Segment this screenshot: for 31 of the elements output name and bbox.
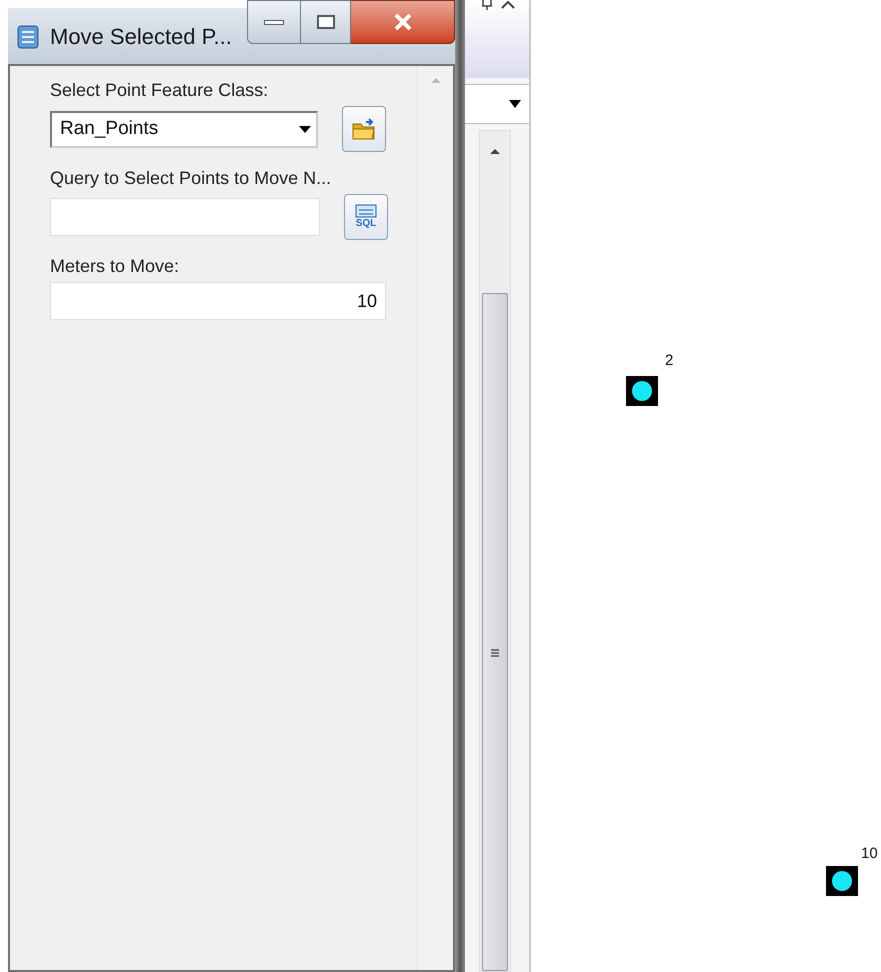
dropdown-arrow-icon [509,100,521,108]
browse-button[interactable] [342,106,386,152]
number-field[interactable]: 10 [50,282,386,320]
dropdown-arrow-icon [298,124,312,134]
close-button[interactable] [351,0,455,44]
pane-dropdown[interactable] [465,84,529,124]
map-point-icon [826,866,858,896]
map-point-icon [626,376,658,406]
pin-icon [481,0,493,10]
query-field[interactable] [50,198,320,236]
point-label: 10 [861,844,878,864]
maximize-button[interactable] [301,0,351,44]
grip-icon [490,648,500,658]
scroll-up-icon [489,147,501,155]
point-label: 2 [665,351,674,371]
minimize-icon [264,20,284,24]
maximize-icon [316,15,334,29]
chevron-up-icon [501,0,515,9]
minimize-button[interactable] [247,0,301,44]
table-icon [355,204,377,218]
field-label: Select Point Feature Class: [50,79,270,102]
close-icon [392,13,412,31]
field-label: Query to Select Points to Move N... [50,167,332,190]
vertical-scrollbar[interactable] [479,130,511,972]
field-label: Meters to Move: [50,255,180,278]
feature-class-dropdown[interactable]: Ran_Points [50,110,318,148]
folder-icon [351,117,377,141]
sql-button[interactable]: SQL [344,194,388,240]
scroll-up-icon [430,76,442,84]
window-title: Move Selected P... [50,22,232,50]
scroll-thumb[interactable] [482,293,508,971]
